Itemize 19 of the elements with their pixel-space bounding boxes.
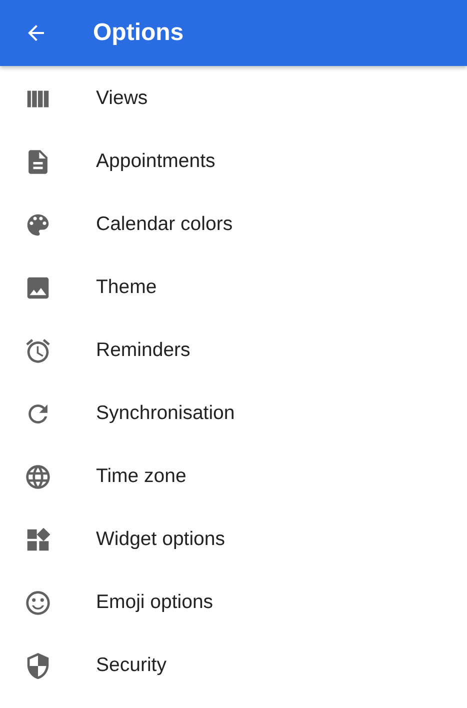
smiley-icon xyxy=(26,590,50,616)
menu-item[interactable]: Theme xyxy=(0,256,467,319)
menu-item[interactable]: Calendar colors xyxy=(0,193,467,256)
screen-title: Options xyxy=(93,19,184,47)
globe-icon xyxy=(26,464,50,490)
image-icon xyxy=(26,274,50,300)
menu-item[interactable]: Views xyxy=(0,67,467,130)
menu-item[interactable]: Reminders xyxy=(0,319,467,382)
menu-item[interactable]: Time zone xyxy=(0,445,467,508)
menu-item[interactable]: Synchronisation xyxy=(0,382,467,445)
shield-icon xyxy=(26,652,50,678)
widgets-icon xyxy=(26,526,50,552)
menu-item[interactable]: Emoji options xyxy=(0,571,467,634)
palette-icon xyxy=(26,212,50,238)
menu-item[interactable]: Security xyxy=(0,634,467,697)
alarm-clock-icon xyxy=(26,338,50,364)
document-icon xyxy=(26,148,50,174)
menu-item[interactable]: Widget options xyxy=(0,508,467,571)
menu-item[interactable]: Appointments xyxy=(0,130,467,193)
